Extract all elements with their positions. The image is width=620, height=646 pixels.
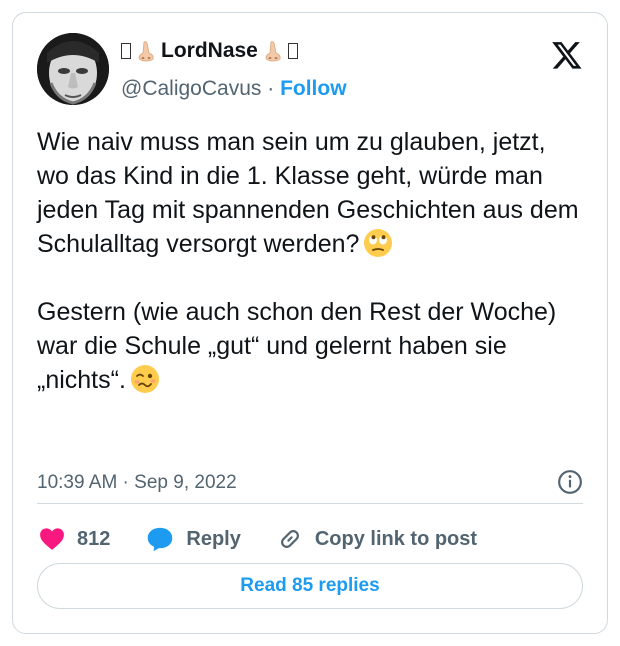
nose-emoji-icon	[265, 41, 281, 62]
follow-button[interactable]: Follow	[280, 77, 347, 100]
author-handle-row: @CaligoCavus · Follow	[121, 77, 347, 101]
tweet-paragraph: Gestern (wie auch schon den Rest der Woc…	[37, 298, 557, 394]
like-count: 812	[77, 527, 111, 550]
tweet-header: LordNase @CaligoCavus · Follow	[37, 33, 587, 113]
read-replies-button[interactable]: Read 85 replies	[37, 563, 583, 609]
handle-separator: ·	[261, 77, 281, 100]
x-logo-icon[interactable]	[551, 39, 583, 71]
woozy-face-icon	[130, 365, 159, 393]
tweet-timestamp[interactable]: 10:39 AM · Sep 9, 2022	[37, 472, 237, 494]
author-display-name: LordNase	[161, 39, 258, 62]
reply-bubble-icon	[148, 527, 173, 552]
tweet-meta: 10:39 AM · Sep 9, 2022	[37, 469, 583, 499]
copy-link-button[interactable]: Copy link to post	[277, 526, 477, 552]
link-icon	[280, 530, 299, 548]
tweet-paragraph: Wie naiv muss man sein um zu glauben, je…	[37, 128, 579, 258]
author-handle[interactable]: @CaligoCavus	[121, 77, 261, 100]
divider	[37, 503, 583, 504]
unknown-glyph-icon	[287, 43, 298, 59]
avatar[interactable]	[37, 33, 109, 105]
tweet-text: Wie naiv muss man sein um zu glauben, je…	[37, 125, 582, 397]
unknown-glyph-icon	[121, 43, 131, 59]
face-with-rolling-eyes-icon	[364, 229, 393, 257]
reply-label: Reply	[186, 527, 241, 550]
reply-button[interactable]: Reply	[146, 526, 241, 552]
author-name-row[interactable]: LordNase	[121, 39, 298, 63]
tweet-actions: 812 Reply Copy link to post	[39, 519, 513, 559]
info-icon[interactable]	[557, 469, 583, 495]
copy-link-label: Copy link to post	[314, 527, 478, 550]
heart-icon	[40, 528, 64, 550]
nose-emoji-icon	[138, 41, 154, 62]
tweet-card: LordNase @CaligoCavus · Follow Wie naiv …	[12, 12, 608, 634]
like-button[interactable]: 812	[39, 527, 110, 551]
